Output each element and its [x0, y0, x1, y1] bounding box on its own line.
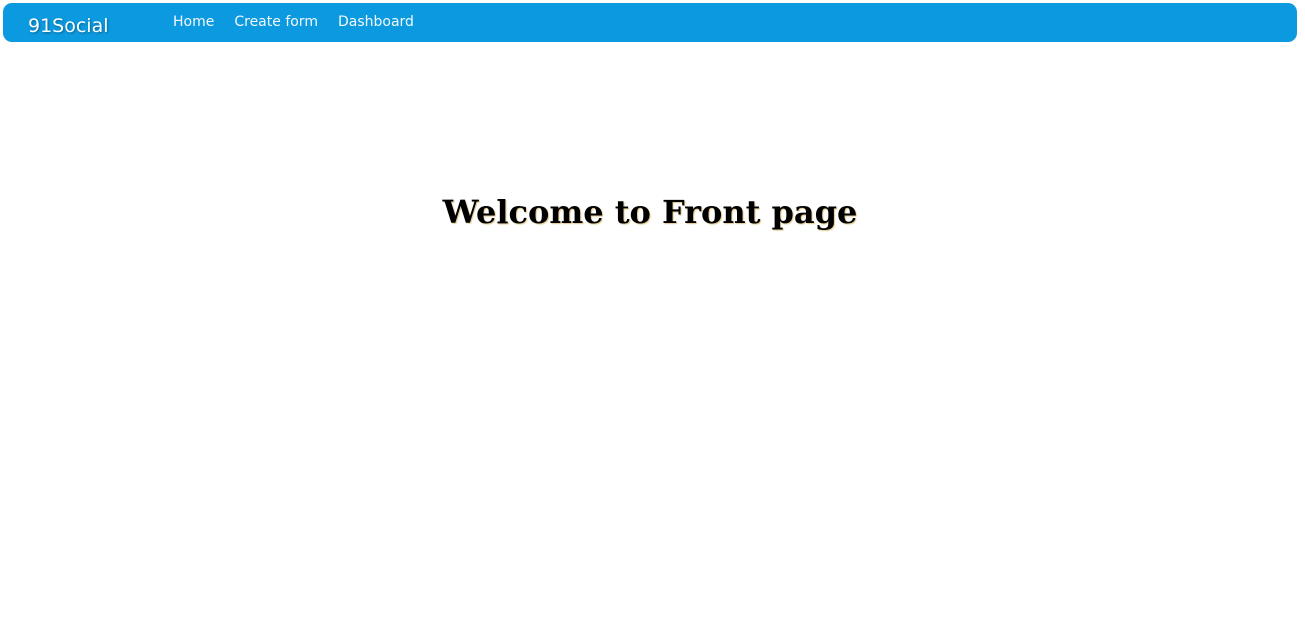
nav-link-dashboard[interactable]: Dashboard	[338, 13, 414, 31]
page-title: Welcome to Front page	[442, 193, 858, 231]
brand-logo-link[interactable]: 91Social	[28, 14, 109, 38]
nav-link-create-form[interactable]: Create form	[234, 13, 318, 31]
top-navbar: 91Social Home Create form Dashboard	[3, 3, 1297, 42]
nav-links: Home Create form Dashboard	[173, 13, 414, 31]
main-content: Welcome to Front page	[0, 42, 1305, 626]
nav-link-home[interactable]: Home	[173, 13, 214, 31]
